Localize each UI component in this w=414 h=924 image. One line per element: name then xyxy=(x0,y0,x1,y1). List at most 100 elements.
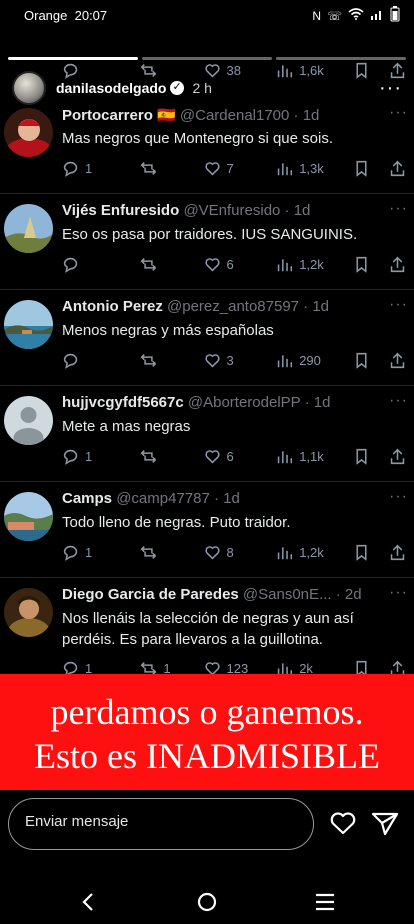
views-action[interactable]: 2k xyxy=(276,660,352,674)
display-name[interactable]: Portocarrero 🇪🇸 xyxy=(62,107,176,124)
share-action[interactable] xyxy=(389,160,406,177)
back-button[interactable] xyxy=(74,890,104,914)
views-action[interactable]: 1,3k xyxy=(276,160,352,177)
reply-action[interactable]: 1 xyxy=(62,448,140,465)
more-icon[interactable]: ··· xyxy=(389,392,408,410)
story-progress-bar xyxy=(142,57,272,60)
like-action[interactable]: 7 xyxy=(204,160,277,177)
call-icon: ☏ xyxy=(326,8,342,23)
share-action[interactable] xyxy=(389,660,406,674)
like-action[interactable]: 3 xyxy=(204,352,277,369)
more-icon[interactable]: ··· xyxy=(389,296,408,314)
display-name[interactable]: Antonio Perez xyxy=(62,298,163,315)
retweet-action[interactable] xyxy=(140,256,203,273)
views-action[interactable]: 1,1k xyxy=(276,448,352,465)
retweet-action[interactable] xyxy=(140,448,203,465)
retweet-icon xyxy=(141,161,157,175)
handle[interactable]: @VEnfuresido · 1d xyxy=(183,202,310,219)
handle[interactable]: @AborterodelPP · 1d xyxy=(188,394,331,411)
more-icon[interactable]: ··· xyxy=(389,200,408,218)
share-icon xyxy=(390,448,405,464)
views-icon xyxy=(277,162,293,175)
like-story-button[interactable] xyxy=(328,808,358,838)
status-icons: N ☏ xyxy=(312,6,400,25)
message-input[interactable] xyxy=(25,813,285,830)
handle[interactable]: @camp47787 · 1d xyxy=(116,490,240,507)
bookmark-icon xyxy=(356,352,367,369)
bookmark-icon xyxy=(356,256,367,273)
bookmark-action[interactable] xyxy=(353,660,389,674)
retweet-action[interactable] xyxy=(140,352,203,369)
like-action[interactable]: 8 xyxy=(204,544,277,561)
more-icon[interactable]: ··· xyxy=(389,584,408,602)
reply-action[interactable]: 1 xyxy=(62,160,140,177)
display-name[interactable]: Vijés Enfuresido xyxy=(62,202,179,219)
bookmark-action[interactable] xyxy=(353,352,389,369)
display-name[interactable]: Camps xyxy=(62,490,112,507)
reply-icon xyxy=(63,257,78,273)
tweet-item[interactable]: Diego Garcia de Paredes @Sans0nE... · 2d… xyxy=(0,578,414,674)
share-action[interactable] xyxy=(389,544,406,561)
views-action[interactable]: 1,2k xyxy=(276,256,352,273)
views-action[interactable]: 1,2k xyxy=(276,544,352,561)
like-action[interactable]: 123 xyxy=(204,660,277,674)
tweet-text: Mas negros que Montenegro si que sois. xyxy=(62,130,333,147)
avatar[interactable] xyxy=(4,108,53,157)
bookmark-action[interactable] xyxy=(353,256,389,273)
bookmark-action[interactable] xyxy=(353,448,389,465)
tweet-actions: 1 1 123 2k xyxy=(62,658,406,674)
handle[interactable]: @Sans0nE... · 2d xyxy=(243,586,362,603)
share-action[interactable] xyxy=(389,256,406,273)
home-button[interactable] xyxy=(192,890,222,914)
handle[interactable]: @Cardenal1700 · 1d xyxy=(180,107,319,124)
avatar[interactable] xyxy=(4,492,53,541)
avatar[interactable] xyxy=(4,588,53,637)
reply-action[interactable]: 1 xyxy=(62,660,140,674)
tweet-item[interactable]: hujjvcgyfdf5667c @AborterodelPP · 1d ···… xyxy=(0,386,414,482)
tweet-text: Nos llenáis la selección de negras y aun… xyxy=(62,610,354,648)
story-progress xyxy=(8,57,406,60)
handle[interactable]: @perez_anto87597 · 1d xyxy=(167,298,329,315)
more-icon[interactable]: ··· xyxy=(389,488,408,506)
tweet-header: Antonio Perez @perez_anto87597 · 1d xyxy=(62,298,406,318)
bookmark-action[interactable] xyxy=(353,160,389,177)
tweet-header: Camps @camp47787 · 1d xyxy=(62,490,406,510)
tweet-actions: 6 1,2k xyxy=(62,254,406,274)
message-composer[interactable] xyxy=(8,798,314,850)
like-action[interactable]: 6 xyxy=(204,256,277,273)
share-action[interactable] xyxy=(389,448,406,465)
display-name[interactable]: Diego Garcia de Paredes xyxy=(62,586,239,603)
tweet-text: Eso os pasa por traidores. IUS SANGUINIS… xyxy=(62,226,358,243)
system-nav-bar xyxy=(0,880,414,924)
recents-button[interactable] xyxy=(310,890,340,914)
story-username[interactable]: danilasodelgado xyxy=(56,80,166,96)
retweet-action[interactable]: 1 xyxy=(140,660,203,674)
views-action[interactable]: 290 xyxy=(276,352,352,369)
tweet-item[interactable]: Vijés Enfuresido @VEnfuresido · 1d ··· E… xyxy=(0,194,414,290)
more-icon[interactable]: ··· xyxy=(389,104,408,122)
avatar[interactable] xyxy=(4,300,53,349)
story-more-icon[interactable]: ··· xyxy=(379,77,402,100)
avatar[interactable] xyxy=(4,396,53,445)
tweet-item[interactable]: Camps @camp47787 · 1d ··· Todo lleno de … xyxy=(0,482,414,578)
avatar[interactable] xyxy=(4,204,53,253)
bookmark-action[interactable] xyxy=(353,544,389,561)
signal-icon xyxy=(370,8,384,23)
reply-icon xyxy=(63,449,78,465)
send-button[interactable] xyxy=(370,808,400,838)
reply-action[interactable]: 1 xyxy=(62,544,140,561)
retweet-action[interactable] xyxy=(140,160,203,177)
tweet-item[interactable]: Portocarrero 🇪🇸 @Cardenal1700 · 1d ··· M… xyxy=(0,98,414,194)
retweet-action[interactable] xyxy=(140,544,203,561)
display-name[interactable]: hujjvcgyfdf5667c xyxy=(62,394,184,411)
like-action[interactable]: 6 xyxy=(204,448,277,465)
clock-label: 20:07 xyxy=(74,8,108,23)
tweet-text: Mete a mas negras xyxy=(62,418,191,435)
tweet-header: Vijés Enfuresido @VEnfuresido · 1d xyxy=(62,202,406,222)
story-avatar[interactable] xyxy=(12,71,46,105)
reply-action[interactable] xyxy=(62,352,140,369)
views-icon xyxy=(277,662,293,674)
tweet-item[interactable]: Antonio Perez @perez_anto87597 · 1d ··· … xyxy=(0,290,414,386)
share-action[interactable] xyxy=(389,352,406,369)
reply-action[interactable] xyxy=(62,256,140,273)
